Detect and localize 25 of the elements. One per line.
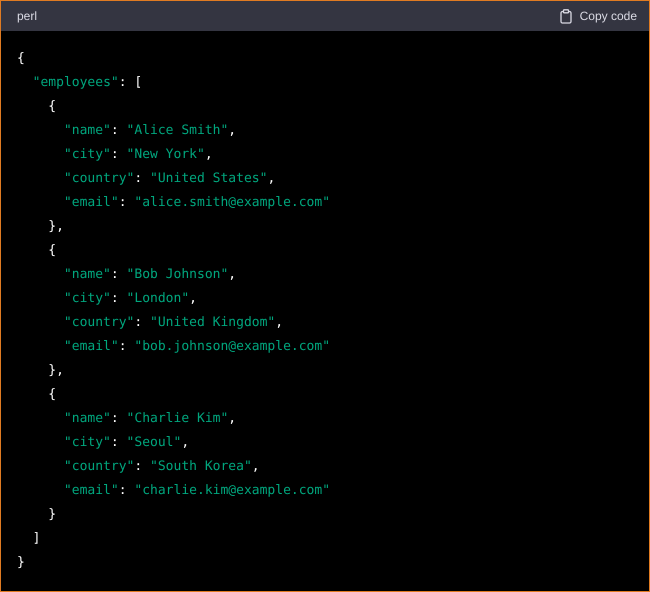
code-line: { — [17, 50, 26, 68]
clipboard-icon — [560, 8, 572, 24]
code-line: "city": "Seoul", — [64, 434, 190, 452]
code-line: "city": "London", — [64, 290, 198, 308]
code-line: { — [48, 242, 58, 260]
language-label: perl — [17, 9, 38, 23]
code-line: "country": "South Korea", — [64, 458, 261, 476]
code-line: "email": "alice.smith@example.com" — [64, 194, 332, 212]
code-line: }, — [48, 362, 65, 380]
code-line: "name": "Alice Smith", — [64, 122, 238, 140]
code-line: } — [17, 554, 26, 572]
code-line: "name": "Bob Johnson", — [64, 266, 238, 284]
code-line: "employees": [ — [32, 74, 144, 92]
code-line: }, — [48, 218, 65, 236]
code-line: "country": "United Kingdom", — [64, 314, 284, 332]
code-line: "email": "bob.johnson@example.com" — [64, 338, 332, 356]
code-line: "country": "United States", — [64, 170, 276, 188]
code-line: "email": "charlie.kim@example.com" — [64, 482, 332, 500]
code-line: "city": "New York", — [64, 146, 214, 164]
code-line: ] — [32, 530, 42, 548]
code-line: } — [48, 506, 58, 524]
copy-code-button[interactable]: Copy code — [560, 8, 637, 24]
code-line: "name": "Charlie Kim", — [64, 410, 238, 428]
code-line: { — [48, 98, 58, 116]
code-line: { — [48, 386, 58, 404]
